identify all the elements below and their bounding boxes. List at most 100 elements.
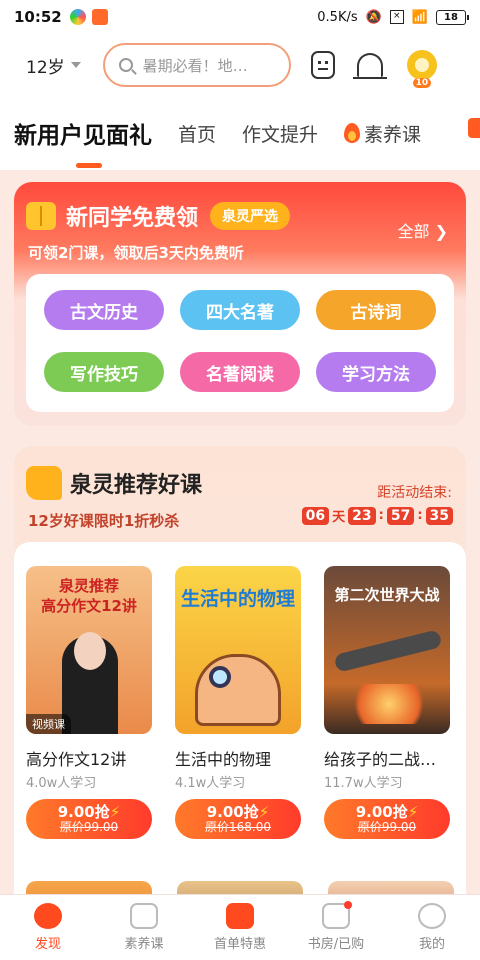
tab-literacy-label: 素养课: [364, 123, 422, 146]
coin-icon: [414, 58, 429, 72]
avatar[interactable]: 10: [406, 50, 437, 88]
countdown-label: 距活动结束:: [377, 485, 452, 501]
chevron-down-icon: [70, 62, 81, 68]
tab-new-user-gift[interactable]: 新用户见面礼: [14, 116, 152, 168]
robot-assistant-icon[interactable]: [310, 51, 335, 79]
age-selector[interactable]: 12岁: [26, 53, 81, 78]
original-price: 原价168.00: [205, 820, 271, 834]
nav-label: 我的: [418, 937, 445, 952]
status-time: 10:52: [14, 8, 62, 26]
category-chips: 古文历史 四大名著 古诗词 写作技巧 名著阅读 学习方法: [26, 274, 454, 412]
nav-label: 素养课: [124, 937, 164, 952]
chip-four-classics[interactable]: 四大名著: [180, 290, 300, 330]
thumbs-up-icon: [26, 466, 62, 500]
app-notification-icon: [69, 9, 86, 25]
recommended-section: 泉灵推荐好课 12岁好课限时1折秒杀 距活动结束: 06 天 23: 57: 3…: [14, 446, 466, 960]
countdown-seconds: 35: [425, 506, 453, 525]
book-shelf-icon: [322, 901, 352, 929]
sale-price-row: 9.00抢⚡: [207, 804, 270, 820]
explosion-illustration: [344, 684, 434, 724]
cartoon-illustration: [195, 654, 281, 726]
learner-count: 4.1w人学习: [175, 776, 246, 791]
course-cover: 生活中的物理: [175, 566, 301, 734]
cover-title: 生活中的物理: [180, 588, 295, 610]
chip-ancient-history[interactable]: 古文历史: [44, 290, 164, 330]
view-all-link[interactable]: 全部 ❯: [398, 218, 449, 242]
grab-price-button[interactable]: 9.00抢⚡ 原价99.00: [324, 799, 450, 839]
top-header: 12岁 暑期必看！地… 10: [0, 34, 480, 96]
course-title: 给孩子的二战…: [324, 750, 437, 769]
course-title: 高分作文12讲: [26, 750, 127, 769]
age-label: 12岁: [26, 57, 65, 78]
tv-icon: [130, 903, 158, 929]
mute-icon: 🔕: [365, 9, 382, 25]
sale-price-row: 9.00抢⚡: [356, 804, 419, 820]
book-icon: [26, 202, 56, 230]
course-card[interactable]: 第二次世界大战 给孩子的二战… 11.7w人学习 9.00抢⚡ 原价99.00: [324, 566, 454, 861]
tab-bar: 新用户见面礼 首页 作文提升 素养课: [0, 96, 480, 170]
course-cover: 泉灵推荐 高分作文12讲 视频课: [26, 566, 152, 734]
status-bar: 10:52 0.5K/s 🔕 × 📶 18: [0, 0, 480, 34]
flame-icon: [344, 123, 361, 143]
course-title: 生活中的物理: [175, 750, 272, 769]
tab-writing[interactable]: 作文提升: [242, 120, 318, 147]
nav-label: 首单特惠: [213, 937, 266, 952]
curated-badge: 泉灵严选: [210, 202, 291, 230]
network-speed: 0.5K/s: [317, 9, 358, 25]
app-badge-icon: [91, 9, 108, 25]
course-card[interactable]: 泉灵推荐 高分作文12讲 视频课 高分作文12讲 4.0w人学习 9.00抢⚡ …: [26, 566, 156, 861]
nav-first-order-deal[interactable]: 首单特惠: [192, 895, 288, 960]
learner-count: 11.7w人学习: [324, 776, 403, 791]
countdown-timer: 06 天 23: 57: 35: [299, 506, 456, 525]
countdown-days: 06: [301, 506, 330, 525]
original-price: 原价99.00: [59, 820, 119, 834]
search-icon: [118, 58, 133, 72]
countdown-hours: 23: [348, 506, 376, 525]
search-input[interactable]: 暑期必看！地…: [102, 43, 291, 87]
search-placeholder: 暑期必看！地…: [142, 56, 248, 75]
chip-study-methods[interactable]: 学习方法: [316, 352, 436, 392]
countdown-minutes: 57: [386, 506, 415, 525]
free-card-title: 新同学免费领: [66, 206, 199, 231]
airplane-illustration: [333, 629, 443, 673]
chip-poetry[interactable]: 古诗词: [316, 290, 436, 330]
tab-home[interactable]: 首页: [178, 120, 216, 147]
magnifier-icon: [209, 666, 231, 688]
course-card[interactable]: 生活中的物理 生活中的物理 4.1w人学习 9.00抢⚡ 原价168.00: [175, 566, 305, 861]
free-course-card: 新同学免费领 泉灵严选 全部 ❯ 可领2门课，领取后3天内免费听 古文历史 四大…: [14, 182, 466, 426]
nav-label: 书房/已购: [307, 937, 365, 952]
section-title: 泉灵推荐好课: [70, 473, 203, 498]
nav-label: 发现: [34, 937, 61, 952]
bolt-icon: ⚡: [407, 803, 419, 821]
sale-price: 9.00抢: [355, 803, 408, 821]
sim-icon: ×: [389, 10, 404, 24]
chip-writing-skills[interactable]: 写作技巧: [44, 352, 164, 392]
bottom-nav: 发现 素养课 首单特惠 书房/已购 我的: [0, 894, 480, 960]
original-price: 原价99.00: [357, 820, 417, 834]
panda-face-icon: [418, 903, 446, 929]
cover-title: 第二次世界大战: [334, 586, 440, 604]
grab-price-button[interactable]: 9.00抢⚡ 原价99.00: [26, 799, 152, 839]
section-subtitle: 12岁好课限时1折秒杀: [28, 512, 180, 530]
cover-title: 泉灵推荐 高分作文12讲: [41, 577, 137, 615]
notification-dot: [344, 901, 352, 909]
more-tab-icon[interactable]: [468, 118, 480, 138]
nav-literacy[interactable]: 素养课: [96, 895, 192, 960]
planet-icon: [34, 903, 62, 929]
tab-literacy[interactable]: 素养课: [344, 120, 421, 147]
free-card-subtitle: 可领2门课，领取后3天内免费听: [28, 244, 244, 262]
course-cover: 第二次世界大战: [324, 566, 450, 734]
chip-classic-reading[interactable]: 名著阅读: [180, 352, 300, 392]
bell-icon[interactable]: [352, 53, 387, 79]
level-badge: 10: [412, 78, 432, 88]
nav-discover[interactable]: 发现: [0, 895, 96, 960]
teacher-face: [74, 632, 106, 670]
grab-price-button[interactable]: 9.00抢⚡ 原价168.00: [175, 799, 301, 839]
nav-profile[interactable]: 我的: [384, 895, 480, 960]
bolt-icon: ⚡: [258, 803, 270, 821]
nav-library[interactable]: 书房/已购: [288, 895, 384, 960]
gift-box-icon: [226, 903, 254, 929]
sale-price-row: 9.00抢⚡: [58, 804, 121, 820]
sale-price: 9.00抢: [206, 803, 259, 821]
countdown-day-unit: 天: [332, 510, 346, 525]
